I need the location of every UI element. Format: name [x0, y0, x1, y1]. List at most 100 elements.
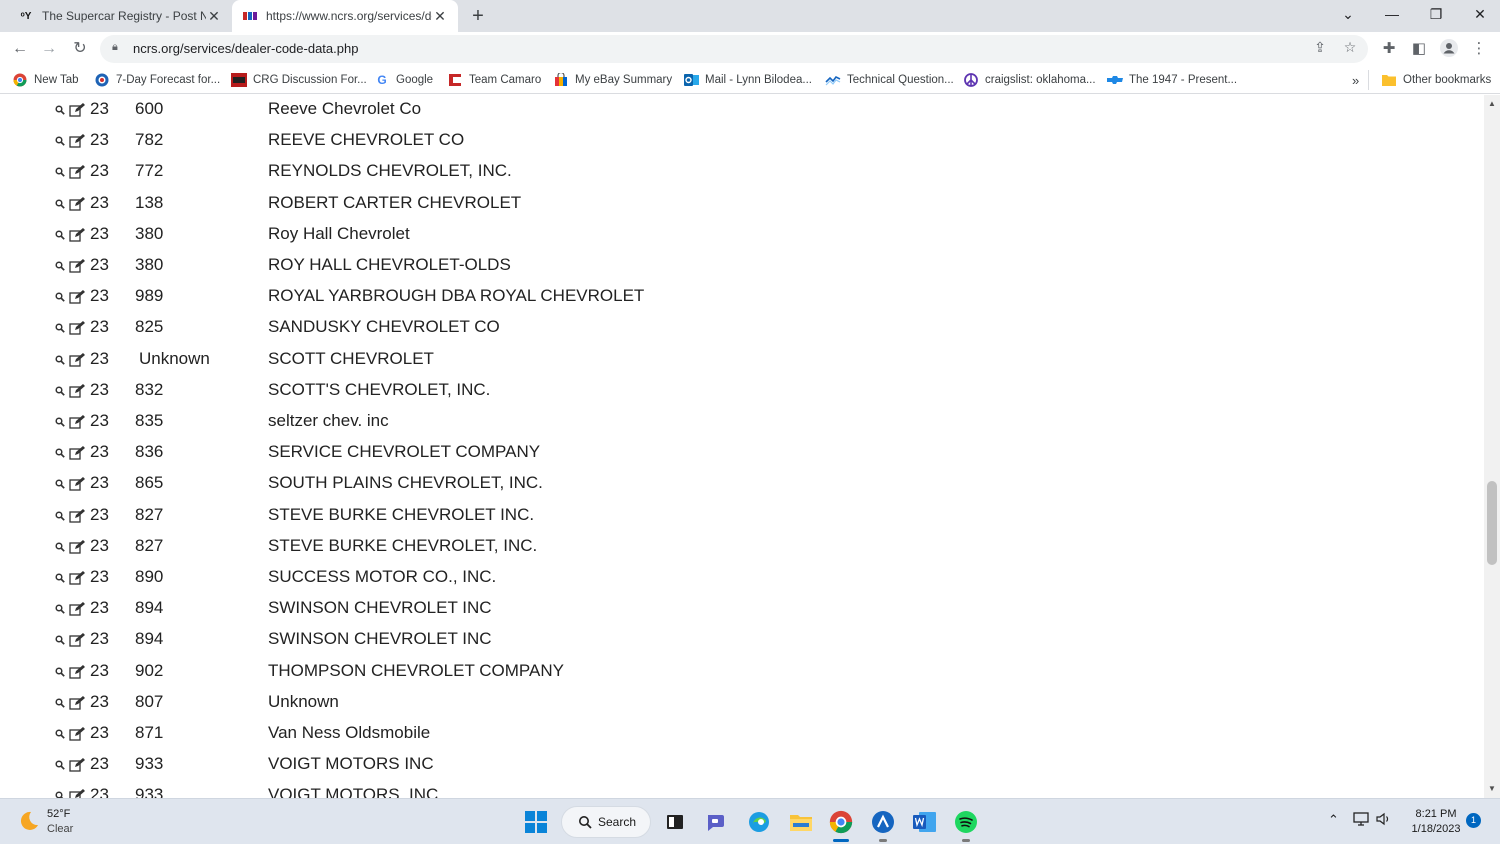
tab-search-chevron-icon[interactable]: ⌄: [1326, 0, 1370, 30]
magnifier-icon[interactable]: [55, 105, 65, 115]
bookmark-google[interactable]: G Google: [374, 71, 433, 89]
volume-icon[interactable]: [1376, 812, 1392, 829]
edit-pencil-icon[interactable]: [69, 476, 85, 492]
back-arrow-icon[interactable]: ←: [8, 37, 32, 61]
chrome-taskbar-icon[interactable]: [826, 807, 856, 842]
show-hidden-icons-chevron-icon[interactable]: ⌃: [1328, 812, 1339, 828]
side-panel-icon[interactable]: ◧: [1408, 39, 1430, 57]
moon-weather-icon[interactable]: [16, 809, 40, 833]
edit-pencil-icon[interactable]: [69, 133, 85, 149]
edit-pencil-icon[interactable]: [69, 320, 85, 336]
close-tab-icon[interactable]: ✕: [432, 8, 448, 25]
magnifier-icon[interactable]: [55, 542, 65, 552]
magnifier-icon[interactable]: [55, 230, 65, 240]
edit-pencil-icon[interactable]: [69, 632, 85, 648]
bookmark-craigslist[interactable]: craigslist: oklahoma...: [963, 71, 1096, 89]
task-view-icon[interactable]: [660, 807, 690, 837]
file-explorer-icon[interactable]: [786, 807, 816, 837]
teams-chat-icon[interactable]: [702, 807, 732, 837]
tab-ncrs[interactable]: https://www.ncrs.org/services/de ✕: [232, 0, 458, 32]
page-scrollbar[interactable]: ▲ ▼: [1484, 95, 1500, 798]
magnifier-icon[interactable]: [55, 729, 65, 739]
forward-arrow-icon[interactable]: →: [37, 37, 61, 61]
weather-temperature[interactable]: 52°F: [47, 808, 70, 820]
edit-pencil-icon[interactable]: [69, 258, 85, 274]
url-text[interactable]: ncrs.org/services/dealer-code-data.php: [133, 41, 358, 56]
clock-time[interactable]: 8:21 PM: [1408, 808, 1464, 820]
spotify-icon[interactable]: [951, 807, 981, 842]
edit-pencil-icon[interactable]: [69, 102, 85, 118]
bookmark-new-tab[interactable]: New Tab: [12, 71, 79, 89]
scrollbar-thumb[interactable]: [1487, 481, 1497, 565]
bookmark-mail[interactable]: Mail - Lynn Bilodea...: [683, 71, 812, 89]
menu-kebab-icon[interactable]: ⋮: [1468, 39, 1490, 57]
magnifier-icon[interactable]: [55, 355, 65, 365]
close-tab-icon[interactable]: ✕: [206, 8, 222, 25]
magnifier-icon[interactable]: [55, 573, 65, 583]
bookmark-technical-question[interactable]: Technical Question...: [825, 71, 954, 89]
edit-pencil-icon[interactable]: [69, 570, 85, 586]
profile-avatar-icon[interactable]: [1438, 39, 1460, 61]
edit-pencil-icon[interactable]: [69, 445, 85, 461]
edit-pencil-icon[interactable]: [69, 601, 85, 617]
magnifier-icon[interactable]: [55, 136, 65, 146]
magnifier-icon[interactable]: [55, 386, 65, 396]
network-icon[interactable]: [1353, 812, 1369, 829]
lock-icon[interactable]: 🔒︎: [112, 41, 118, 54]
edit-pencil-icon[interactable]: [69, 196, 85, 212]
edit-pencil-icon[interactable]: [69, 788, 85, 798]
magnifier-icon[interactable]: [55, 199, 65, 209]
new-tab-button[interactable]: +: [466, 4, 490, 28]
start-windows-icon[interactable]: [521, 807, 551, 837]
bookmark-crg-discussion[interactable]: CRG Discussion For...: [231, 71, 367, 89]
edge-browser-icon[interactable]: [744, 807, 774, 837]
magnifier-icon[interactable]: [55, 604, 65, 614]
bookmark-1947-present[interactable]: The 1947 - Present...: [1107, 71, 1237, 89]
edit-pencil-icon[interactable]: [69, 726, 85, 742]
bookmark-ebay-summary[interactable]: My eBay Summary: [553, 71, 672, 89]
edit-pencil-icon[interactable]: [69, 383, 85, 399]
magnifier-icon[interactable]: [55, 760, 65, 770]
bookmarks-overflow-chevron-icon[interactable]: »: [1352, 71, 1359, 89]
magnifier-icon[interactable]: [55, 261, 65, 271]
weather-condition[interactable]: Clear: [47, 823, 73, 835]
magnifier-icon[interactable]: [55, 292, 65, 302]
notification-badge[interactable]: 1: [1466, 813, 1481, 828]
bookmark-other-bookmarks[interactable]: Other bookmarks: [1381, 71, 1491, 89]
magnifier-icon[interactable]: [55, 167, 65, 178]
edit-pencil-icon[interactable]: [69, 414, 85, 430]
magnifier-icon[interactable]: [55, 698, 65, 708]
magnifier-icon[interactable]: [55, 791, 65, 798]
edit-pencil-icon[interactable]: [69, 757, 85, 773]
edit-pencil-icon[interactable]: [69, 164, 85, 180]
magnifier-icon[interactable]: [55, 448, 65, 458]
edit-pencil-icon[interactable]: [69, 227, 85, 243]
bookmark-star-icon[interactable]: ☆: [1340, 39, 1360, 56]
bookmark-team-camaro[interactable]: Team Camaro: [447, 71, 541, 89]
edit-pencil-icon[interactable]: [69, 352, 85, 368]
magnifier-icon[interactable]: [55, 635, 65, 646]
edit-pencil-icon[interactable]: [69, 289, 85, 305]
magnifier-icon[interactable]: [55, 479, 65, 490]
extensions-puzzle-icon[interactable]: ✚: [1378, 39, 1400, 57]
magnifier-icon[interactable]: [55, 323, 65, 334]
minimize-button[interactable]: —: [1370, 0, 1414, 30]
restore-button[interactable]: ❐: [1414, 0, 1458, 30]
blue-app-icon[interactable]: [868, 807, 898, 842]
edit-pencil-icon[interactable]: [69, 508, 85, 524]
magnifier-icon[interactable]: [55, 417, 65, 427]
edit-pencil-icon[interactable]: [69, 539, 85, 555]
word-icon[interactable]: [910, 807, 940, 837]
bookmark-7day-forecast[interactable]: 7-Day Forecast for...: [94, 71, 220, 89]
edit-pencil-icon[interactable]: [69, 695, 85, 711]
share-icon[interactable]: ⇪: [1310, 39, 1330, 56]
reload-icon[interactable]: ↻: [68, 37, 92, 61]
clock-date[interactable]: 1/18/2023: [1404, 823, 1468, 835]
magnifier-icon[interactable]: [55, 511, 65, 521]
close-window-button[interactable]: ✕: [1458, 0, 1500, 30]
address-bar[interactable]: 🔒︎ ncrs.org/services/dealer-code-data.ph…: [100, 35, 1368, 63]
edit-pencil-icon[interactable]: [69, 664, 85, 680]
magnifier-icon[interactable]: [55, 667, 65, 677]
taskbar-search-box[interactable]: Search: [561, 806, 651, 838]
scroll-up-arrow-icon[interactable]: ▲: [1484, 97, 1500, 111]
